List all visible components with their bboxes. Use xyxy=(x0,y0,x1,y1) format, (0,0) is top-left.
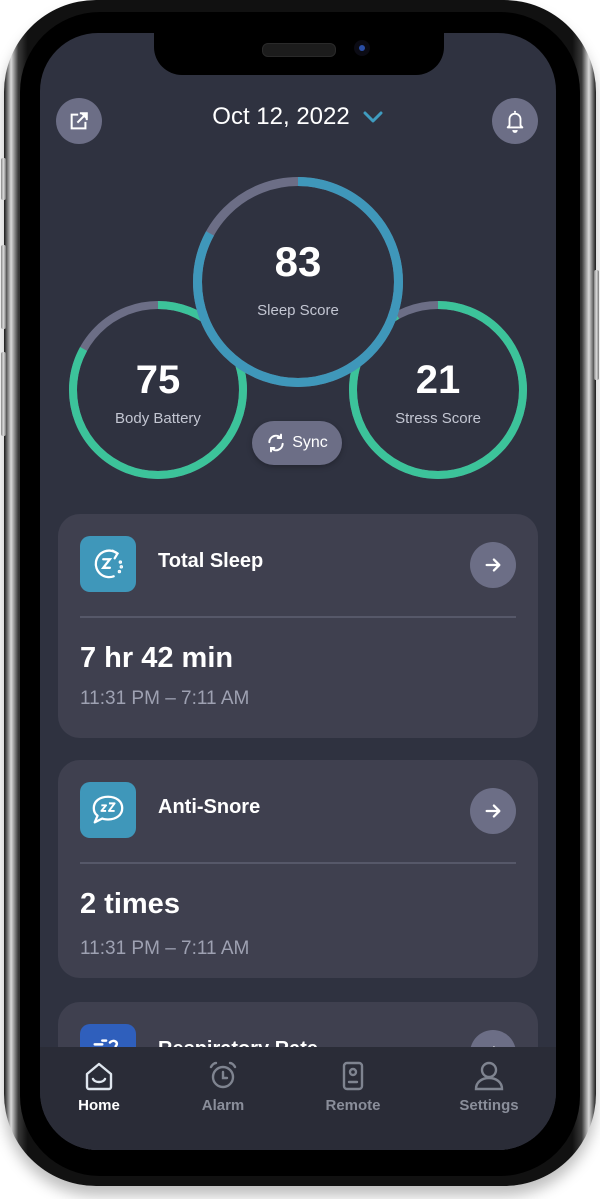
home-icon xyxy=(85,1062,113,1091)
snore-bubble-icon xyxy=(92,795,124,824)
date-selector[interactable]: Oct 12, 2022 xyxy=(40,103,556,131)
anti-snore-value: 2 times xyxy=(80,888,180,920)
tab-alarm[interactable]: Alarm xyxy=(168,1061,278,1114)
speaker-grille xyxy=(262,43,336,57)
card-title: Total Sleep xyxy=(158,550,264,572)
total-sleep-time-range: 11:31 PM – 7:11 AM xyxy=(80,688,250,709)
chevron-down-icon xyxy=(363,111,383,123)
phone-volume-down xyxy=(1,352,6,436)
card-icon-container xyxy=(80,536,136,592)
phone-notch xyxy=(154,33,444,75)
card-title: Anti-Snore xyxy=(158,796,261,818)
body-battery-label: Body Battery xyxy=(115,410,201,427)
sleep-score-label: Sleep Score xyxy=(257,302,339,319)
anti-snore-card[interactable]: Anti-Snore 2 times 11:31 PM – 7:11 AM xyxy=(58,760,538,978)
bell-icon xyxy=(506,110,524,133)
phone-volume-up xyxy=(1,245,6,329)
selected-date: Oct 12, 2022 xyxy=(212,103,350,130)
card-divider xyxy=(80,862,516,864)
user-icon xyxy=(474,1061,504,1091)
anti-snore-time-range: 11:31 PM – 7:11 AM xyxy=(80,938,250,959)
sync-icon xyxy=(268,433,284,453)
tab-home[interactable]: Home xyxy=(44,1061,154,1114)
app-screen: Oct 12, 2022 75 Body Battery 21 Stress S… xyxy=(40,33,556,1150)
remote-icon xyxy=(342,1061,364,1091)
phone-mute-switch xyxy=(1,158,6,200)
alarm-clock-icon xyxy=(209,1061,237,1089)
tab-remote[interactable]: Remote xyxy=(298,1061,408,1114)
front-camera xyxy=(354,40,370,56)
bottom-tab-bar: Home Alarm Remote Settings xyxy=(40,1047,556,1150)
notifications-button[interactable] xyxy=(492,98,538,144)
tab-settings-label: Settings xyxy=(459,1097,519,1114)
tab-home-label: Home xyxy=(78,1097,120,1114)
total-sleep-value: 7 hr 42 min xyxy=(80,642,234,674)
arrow-right-icon xyxy=(485,804,501,818)
phone-power-button xyxy=(594,270,599,380)
sleep-score-value: 83 xyxy=(274,238,322,285)
total-sleep-open-button[interactable] xyxy=(470,542,516,588)
sleep-score-gauge[interactable]: 83 Sleep Score xyxy=(192,176,404,388)
sync-label: Sync xyxy=(292,434,328,451)
tab-remote-label: Remote xyxy=(325,1097,381,1114)
arrow-right-icon xyxy=(485,558,501,572)
total-sleep-card[interactable]: Total Sleep 7 hr 42 min 11:31 PM – 7:11 … xyxy=(58,514,538,738)
card-icon-container xyxy=(80,782,136,838)
tab-alarm-label: Alarm xyxy=(201,1097,245,1114)
stress-score-label: Stress Score xyxy=(395,410,481,427)
sleep-cycle-icon xyxy=(94,549,124,579)
sync-button[interactable]: Sync xyxy=(252,421,342,465)
card-divider xyxy=(80,616,516,618)
anti-snore-open-button[interactable] xyxy=(470,788,516,834)
tab-settings[interactable]: Settings xyxy=(434,1061,544,1114)
